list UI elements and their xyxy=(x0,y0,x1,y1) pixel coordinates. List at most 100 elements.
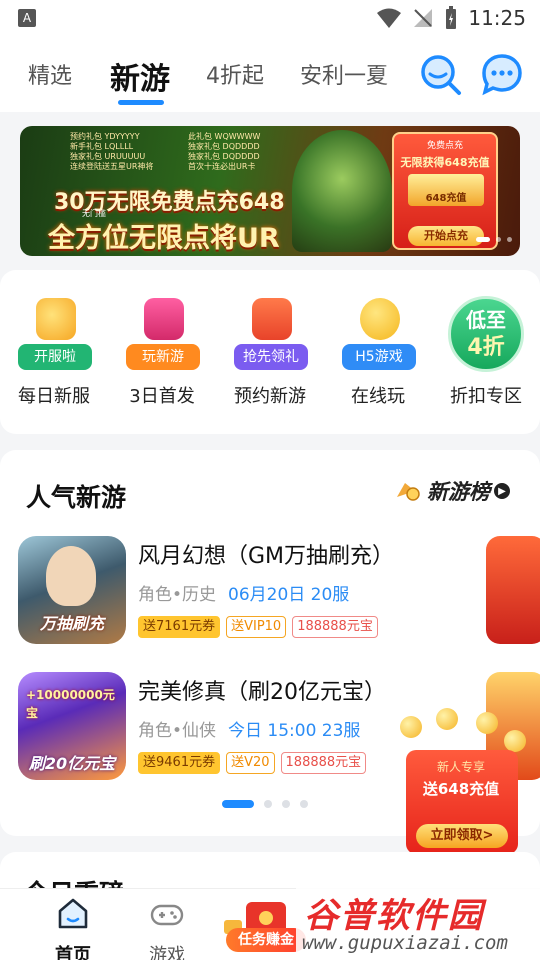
coupon-tag: 送7161元券 xyxy=(138,616,221,638)
quick-entry-tag: H5游戏 xyxy=(342,344,416,370)
coin-icon xyxy=(436,708,458,730)
search-icon[interactable] xyxy=(418,52,462,96)
games-pager xyxy=(222,800,308,808)
nav-task-earn[interactable]: 任务赚金 xyxy=(226,928,306,952)
game-icon-text: 刷20亿元宝 xyxy=(28,754,116,773)
currency-tag: 188888元宝 xyxy=(292,616,378,638)
watermark-text: 谷普软件园 xyxy=(304,896,484,936)
next-page-game-icon xyxy=(486,536,540,644)
banner-card-text: 无限获得648充值 xyxy=(400,156,490,169)
status-bar: A 11:25 xyxy=(0,0,540,36)
game-icon: +10000000元宝 刷20亿元宝 xyxy=(18,672,126,780)
quick-entry-label: 预约新游 xyxy=(234,386,306,407)
coin-icon xyxy=(504,730,526,752)
new-games-ranking-link[interactable]: 新游榜 ▶ xyxy=(393,476,510,506)
site-watermark: 谷普软件园 www.gupuxiazai.com xyxy=(296,886,540,960)
game-icon-text: 万抽刷充 xyxy=(39,614,104,633)
arrow-right-icon: ▶ xyxy=(494,483,510,499)
newcomer-red-envelope[interactable]: 新人专享 送648充值 立即领取> xyxy=(396,708,532,858)
banner-card-title: 免费点充 xyxy=(426,141,463,151)
banner-hero-image xyxy=(292,130,392,252)
first-launch-icon: 玩新游 xyxy=(126,298,200,370)
pager-dot xyxy=(264,800,272,808)
quick-entry-reserve[interactable]: 抢先领礼 预约新游 xyxy=(218,294,322,414)
home-icon xyxy=(58,898,88,929)
status-icons: 11:25 xyxy=(376,6,526,30)
chat-icon[interactable] xyxy=(480,52,524,96)
claim-button[interactable]: 立即领取> xyxy=(416,824,508,848)
game-genre: 角色•仙侠 xyxy=(138,721,217,741)
tab-summer[interactable]: 安利一夏 xyxy=(300,58,388,90)
game-tags: 送7161元券 送VIP10 188888元宝 xyxy=(138,616,378,638)
banner-card-chip: 648充值 xyxy=(408,174,484,206)
quick-entry-daily-server[interactable]: 开服啦 每日新服 xyxy=(2,294,106,414)
game-row[interactable]: 万抽刷充 风月幻想（GM万抽刷充） 角色•历史 06月20日 20服 送7161… xyxy=(0,536,540,646)
quick-entry-discount[interactable]: 低至 4折 折扣专区 xyxy=(434,294,538,414)
quick-entry-tag: 玩新游 xyxy=(126,344,200,370)
tab-new-games[interactable]: 新游 xyxy=(110,54,170,98)
tab-featured[interactable]: 精选 xyxy=(28,58,72,90)
banner-recharge-card: 免费点充 无限获得648充值 648充值 开始点充 xyxy=(392,132,498,250)
promo-title: 新人专享 xyxy=(436,760,485,774)
game-open-time: 06月20日 20服 xyxy=(228,585,350,605)
tab-fade xyxy=(380,48,406,98)
nav-games[interactable]: 游戏 xyxy=(122,897,212,960)
discount-badge-icon: 低至 4折 xyxy=(448,296,524,372)
game-title: 风月幻想（GM万抽刷充） xyxy=(138,544,395,569)
coupon-tag: 送9461元券 xyxy=(138,752,221,774)
coin-icon xyxy=(400,716,422,738)
vip-tag: 送VIP10 xyxy=(226,616,287,638)
game-tags: 送9461元券 送V20 188888元宝 xyxy=(138,752,367,774)
banner-dot xyxy=(496,237,501,242)
active-tab-indicator xyxy=(118,100,164,105)
quick-entry-label: 3日首发 xyxy=(129,386,195,407)
nav-label: 游戏 xyxy=(149,945,185,960)
banner-dot xyxy=(476,237,490,242)
quick-entry-label: 折扣专区 xyxy=(450,386,522,407)
promo-text: 送648充值 xyxy=(422,780,500,798)
quick-entry-tag: 抢先领礼 xyxy=(234,344,308,370)
nav-label: 首页 xyxy=(55,945,91,960)
banner-dot xyxy=(507,237,512,242)
quick-entry-first-launch[interactable]: 玩新游 3日首发 xyxy=(110,294,214,414)
promo-banner[interactable]: 预约礼包 YDYYYYY 新手礼包 LQLLLL 独家礼包 URUUUUU 连续… xyxy=(20,126,520,256)
vip-tag: 送V20 xyxy=(226,752,275,774)
quick-entry-tag: 开服啦 xyxy=(18,344,92,370)
game-genre: 角色•历史 xyxy=(138,585,217,605)
wifi-icon xyxy=(377,8,402,28)
trophy-icon xyxy=(397,483,420,501)
app-notification-icon: A xyxy=(18,9,36,27)
quick-entry-label: 在线玩 xyxy=(351,386,405,407)
banner-gift-list-2: 此礼包 WQWWWW 独家礼包 DQDDDD 独家礼包 DQDDDD 首次十连必… xyxy=(188,132,261,171)
game-title: 完美修真（刷20亿元宝） xyxy=(138,680,386,705)
daily-server-icon: 开服啦 xyxy=(18,298,92,370)
coin-icon xyxy=(476,712,498,734)
battery-icon xyxy=(446,6,457,29)
banner-subheadline: 全方位无限点将UR xyxy=(48,223,280,254)
nav-home[interactable]: 首页 xyxy=(28,897,118,960)
no-signal-icon xyxy=(414,9,433,27)
currency-tag: 188888元宝 xyxy=(280,752,367,774)
quick-entry-h5[interactable]: H5游戏 在线玩 xyxy=(326,294,430,414)
quick-entry-label: 每日新服 xyxy=(18,386,90,407)
top-tab-bar: 精选 新游 4折起 安利一夏 xyxy=(0,36,540,112)
discount-badge-value: 4折 xyxy=(467,335,505,360)
game-open-time: 今日 15:00 23服 xyxy=(228,721,361,741)
section-title: 人气新游 xyxy=(26,483,127,512)
game-icon: 万抽刷充 xyxy=(18,536,126,644)
pager-dot xyxy=(282,800,290,808)
smile-icon: H5游戏 xyxy=(342,298,416,370)
gamepad-icon xyxy=(150,904,184,926)
discount-badge-text: 低至 xyxy=(466,308,506,332)
pager-dot xyxy=(222,800,254,808)
clock: 11:25 xyxy=(468,6,526,30)
banner-start-button[interactable]: 开始点充 xyxy=(408,226,484,246)
quick-entry-card: 开服啦 每日新服 玩新游 3日首发 抢先领礼 预约新游 H5游戏 在线玩 低至 … xyxy=(0,270,540,434)
tab-discount[interactable]: 4折起 xyxy=(206,58,264,90)
pager-dot xyxy=(300,800,308,808)
game-icon-decor: +10000000元宝 xyxy=(26,688,115,720)
rank-label: 新游榜 xyxy=(427,480,490,504)
banner-pager xyxy=(476,237,512,242)
gift-icon: 抢先领礼 xyxy=(234,298,308,370)
watermark-url: www.gupuxiazai.com xyxy=(302,932,508,954)
